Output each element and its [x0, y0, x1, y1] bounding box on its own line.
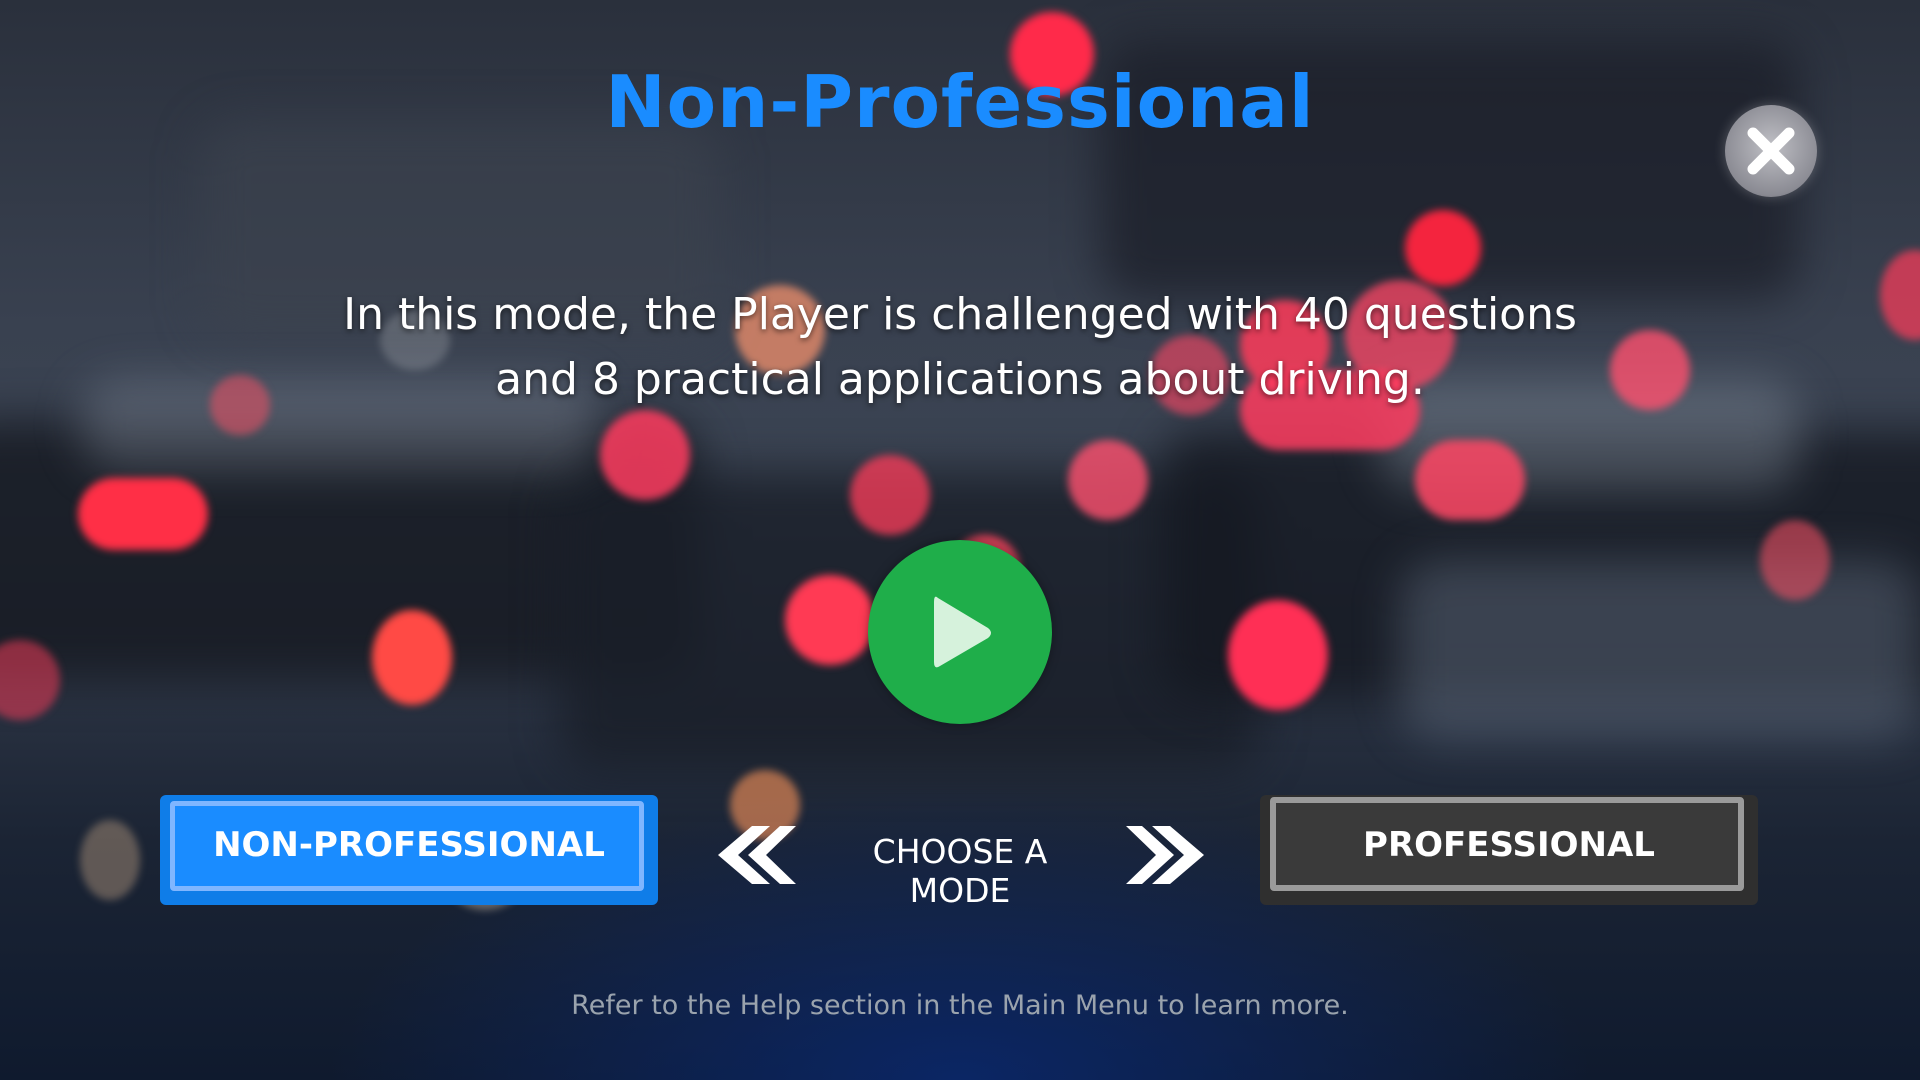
double-chevron-right-icon[interactable]	[1124, 820, 1214, 890]
double-chevron-left-icon[interactable]	[708, 820, 798, 890]
page-title: Non-Professional	[605, 60, 1315, 144]
description-line-2: and 8 practical applications about drivi…	[495, 354, 1425, 405]
mode-switcher: CHOOSE A MODE	[700, 820, 1220, 910]
choose-mode-label: CHOOSE A MODE	[872, 832, 1048, 910]
mode-select-screen: Non-Professional In this mode, the Playe…	[0, 0, 1920, 1080]
description-line-1: In this mode, the Player is challenged w…	[343, 289, 1577, 340]
play-button[interactable]	[868, 540, 1052, 724]
non-professional-button-label: NON-PROFESSIONAL	[213, 825, 605, 865]
play-icon	[934, 596, 991, 668]
non-professional-mode-button[interactable]: NON-PROFESSIONAL	[160, 795, 658, 905]
close-icon	[1747, 127, 1795, 175]
close-button[interactable]	[1725, 105, 1817, 197]
mode-description: In this mode, the Player is challenged w…	[260, 282, 1660, 412]
help-hint: Refer to the Help section in the Main Me…	[571, 990, 1349, 1021]
professional-mode-button[interactable]: PROFESSIONAL	[1260, 795, 1758, 905]
professional-button-label: PROFESSIONAL	[1363, 825, 1655, 865]
